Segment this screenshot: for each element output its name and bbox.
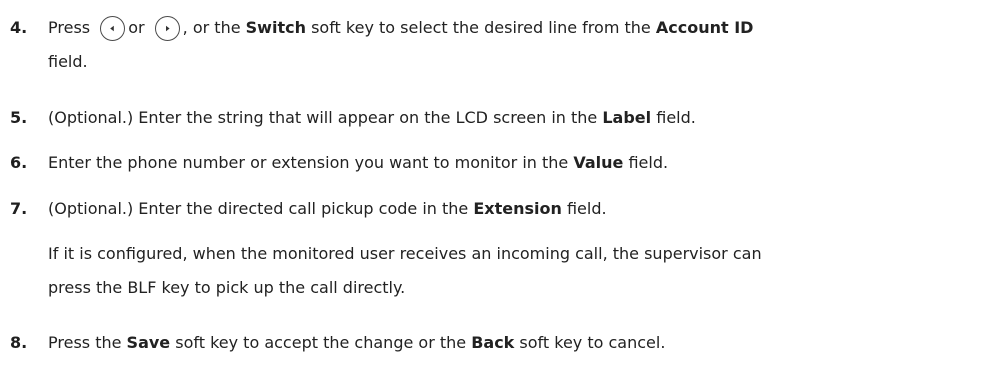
bold-term: Extension bbox=[473, 199, 562, 218]
text: (Optional.) Enter the directed call pick… bbox=[48, 199, 469, 218]
step-7-note: If it is configured, when the monitored … bbox=[48, 237, 762, 305]
step-number: 6. bbox=[10, 153, 28, 172]
bold-term: Back bbox=[471, 333, 515, 352]
text: Enter the phone number or extension you … bbox=[48, 153, 569, 172]
text: (Optional.) Enter the string that will a… bbox=[48, 108, 598, 127]
step-text: (Optional.) Enter the string that will a… bbox=[48, 101, 1000, 135]
right-arrow-key-icon bbox=[154, 16, 180, 41]
text: soft key to accept the change or the bbox=[175, 333, 467, 352]
step-text: Press or , or the Switch soft key to sel… bbox=[48, 11, 1000, 79]
text: Press bbox=[48, 18, 91, 37]
note-line: press the BLF key to pick up the call di… bbox=[48, 278, 406, 297]
text: soft key to select the desired line from… bbox=[311, 18, 651, 37]
left-arrow-key-icon bbox=[100, 16, 126, 41]
text: field. bbox=[628, 153, 669, 172]
step-text: (Optional.) Enter the directed call pick… bbox=[48, 192, 1000, 226]
text: Press the bbox=[48, 333, 122, 352]
note-line: If it is configured, when the monitored … bbox=[48, 244, 762, 263]
step-number: 5. bbox=[10, 108, 28, 127]
text: , or the bbox=[182, 18, 241, 37]
text: or bbox=[128, 18, 145, 37]
text: field. bbox=[566, 199, 607, 218]
bold-term: Label bbox=[602, 108, 652, 127]
step-number: 4. bbox=[10, 18, 28, 37]
step-text: Enter the phone number or extension you … bbox=[48, 146, 1000, 180]
text: soft key to cancel. bbox=[519, 333, 666, 352]
document-page: 4. Press or , or the Switch soft key to … bbox=[0, 0, 1000, 369]
bold-term: Save bbox=[126, 333, 171, 352]
step-number: 8. bbox=[10, 333, 28, 352]
text: field. bbox=[656, 108, 696, 127]
step-text: Press the Save soft key to accept the ch… bbox=[48, 326, 1000, 360]
bold-term: Account ID bbox=[655, 18, 754, 37]
text: field. bbox=[48, 52, 88, 71]
bold-term: Switch bbox=[245, 18, 306, 37]
bold-term: Value bbox=[573, 153, 624, 172]
step-number: 7. bbox=[10, 199, 28, 218]
